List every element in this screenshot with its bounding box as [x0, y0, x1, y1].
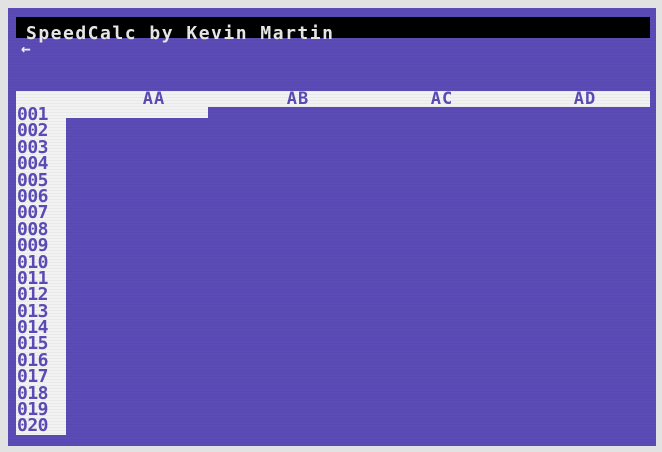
app-title: SpeedCalc by Kevin Martin: [26, 23, 335, 44]
row-number-column: 001 002 003 004 005 006 007 008 009 010 …: [16, 105, 66, 435]
title-bar: SpeedCalc by Kevin Martin: [16, 17, 650, 44]
column-header-bar: AA AB AC AD: [16, 89, 650, 109]
column-header-ab[interactable]: AB: [225, 89, 371, 109]
column-header-ad[interactable]: AD: [512, 89, 656, 109]
column-header-aa[interactable]: AA: [81, 89, 227, 109]
spreadsheet-screen: SpeedCalc by Kevin Martin ← AA AB AC AD …: [8, 8, 656, 446]
column-header-ac[interactable]: AC: [369, 89, 515, 109]
row-number-020[interactable]: 020: [16, 417, 66, 435]
cell-cursor-aa001[interactable]: [66, 107, 208, 118]
command-prompt-arrow-icon[interactable]: ←: [21, 39, 31, 58]
